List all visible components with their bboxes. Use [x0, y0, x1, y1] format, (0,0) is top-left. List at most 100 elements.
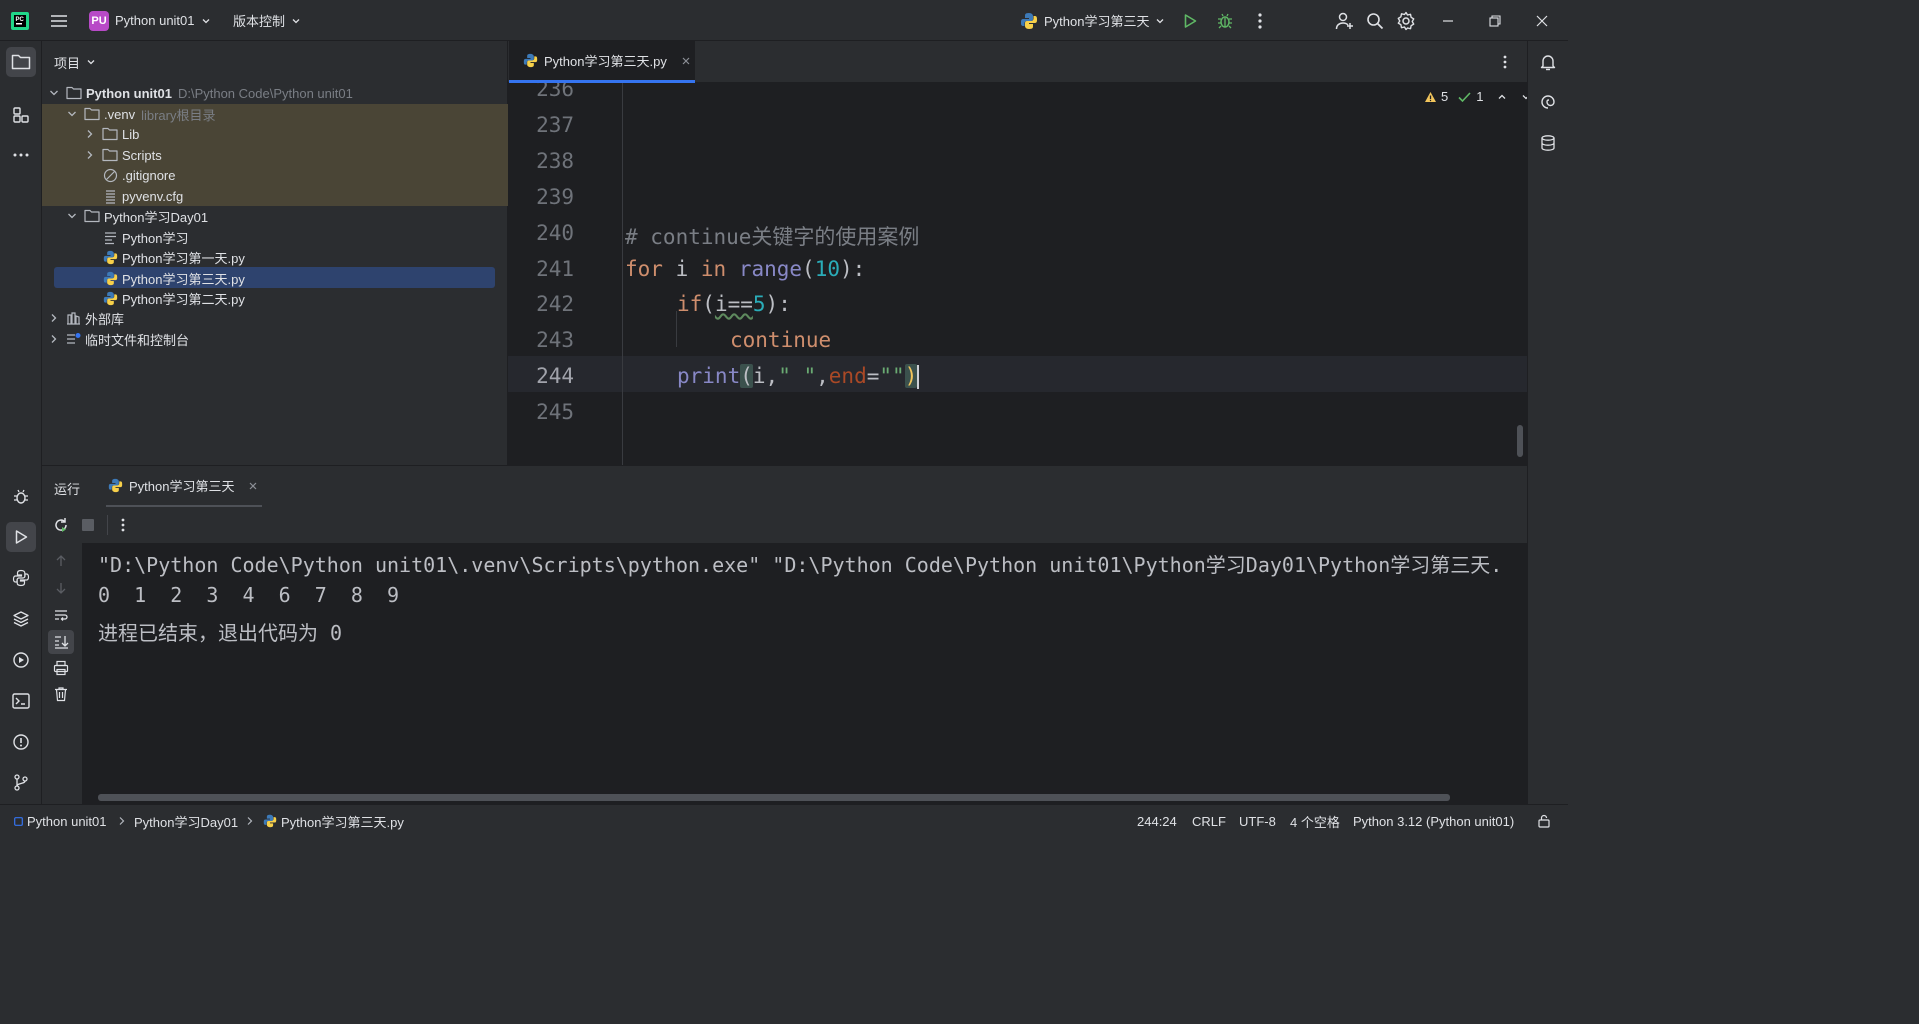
- line-number: 237: [536, 113, 574, 137]
- console-horizontal-scrollbar[interactable]: [98, 794, 1450, 801]
- project-tool-button[interactable]: [6, 47, 36, 77]
- project-view-selector[interactable]: 项目: [54, 41, 96, 83]
- git-tool-button[interactable]: [6, 767, 36, 797]
- tree-item-day01-folder[interactable]: Python学习Day01: [42, 206, 508, 226]
- scroll-down-button[interactable]: [54, 581, 68, 595]
- python-console-icon: [12, 569, 30, 587]
- breadcrumb-label: Python unit01: [27, 813, 107, 829]
- chevron-down-icon: [87, 60, 95, 65]
- minimize-icon: [1443, 19, 1453, 22]
- tree-item-venv[interactable]: .venv library根目录: [42, 104, 508, 124]
- more-tools-button[interactable]: [6, 140, 36, 170]
- wrap-icon: [55, 610, 68, 621]
- project-name: Python unit01: [115, 13, 195, 28]
- indent-guide: [676, 311, 677, 347]
- tree-item-external-libraries[interactable]: 外部库: [42, 308, 508, 328]
- main-menu-button[interactable]: [50, 0, 68, 41]
- notifications-button[interactable]: [1533, 47, 1563, 77]
- config-file-icon: [106, 189, 115, 204]
- close-window-button[interactable]: [1535, 0, 1549, 41]
- run-button[interactable]: [1182, 0, 1198, 41]
- services-tool-button[interactable]: [6, 645, 36, 675]
- terminal-tool-button[interactable]: [6, 686, 36, 716]
- minimize-button[interactable]: [1441, 0, 1455, 41]
- clear-console-button[interactable]: [53, 686, 69, 702]
- tree-item-lib[interactable]: Lib: [42, 124, 508, 144]
- project-switcher[interactable]: PU Python unit01: [89, 0, 211, 41]
- file-encoding[interactable]: UTF-8: [1239, 805, 1276, 837]
- cursor-position[interactable]: 244:24: [1137, 805, 1177, 837]
- line-separator[interactable]: CRLF: [1192, 805, 1226, 837]
- text-file-icon: [105, 231, 116, 244]
- breadcrumb-file[interactable]: Python学习第三天.py: [263, 805, 404, 837]
- tree-item-scripts[interactable]: Scripts: [42, 145, 508, 165]
- stop-button[interactable]: [82, 519, 94, 531]
- inspection-widget[interactable]: 5 1: [1424, 89, 1527, 104]
- more-actions-button[interactable]: [1253, 0, 1267, 41]
- chevron-up-icon[interactable]: [1497, 92, 1507, 102]
- rerun-button[interactable]: [53, 517, 69, 533]
- python-console-tool-button[interactable]: [6, 563, 36, 593]
- python-file-icon: [103, 250, 118, 264]
- indent-setting[interactable]: 4 个空格: [1290, 805, 1340, 837]
- pycharm-logo-icon[interactable]: PC: [10, 0, 30, 41]
- tree-item-day3-file[interactable]: Python学习第三天.py: [42, 268, 508, 288]
- editor-tab-day3[interactable]: Python学习第三天.py: [509, 41, 695, 83]
- tree-item-python-notes[interactable]: Python学习: [42, 227, 508, 247]
- vcs-menu[interactable]: 版本控制: [233, 0, 301, 41]
- folder-icon: [66, 86, 82, 100]
- problems-icon: [13, 734, 29, 750]
- tree-item-day1-file[interactable]: Python学习第一天.py: [42, 247, 508, 267]
- tree-item-label: Python学习: [122, 230, 189, 246]
- debug-button[interactable]: [1216, 0, 1234, 41]
- run-tab[interactable]: Python学习第三天: [106, 466, 262, 508]
- code-with-me-button[interactable]: [1335, 0, 1355, 41]
- tree-item-day2-file[interactable]: Python学习第二天.py: [42, 288, 508, 308]
- soft-wrap-button[interactable]: [53, 607, 69, 623]
- debug-tool-button[interactable]: [6, 482, 36, 512]
- run-config-selector[interactable]: Python学习第三天: [1020, 0, 1165, 41]
- ai-assistant-button[interactable]: [1533, 87, 1563, 117]
- breadcrumb-project[interactable]: Python unit01: [14, 805, 107, 837]
- close-tab-icon[interactable]: [248, 481, 258, 491]
- scroll-to-end-button[interactable]: [48, 630, 74, 654]
- library-icon: [67, 312, 80, 325]
- lock-status[interactable]: [1537, 805, 1551, 837]
- search-button[interactable]: [1366, 0, 1384, 41]
- tree-item-label: .gitignore: [122, 167, 176, 183]
- scroll-up-button[interactable]: [54, 554, 68, 568]
- run-tool-button[interactable]: [6, 522, 36, 552]
- python-interpreter[interactable]: Python 3.12 (Python unit01): [1353, 805, 1514, 837]
- structure-tool-button[interactable]: [6, 100, 36, 130]
- print-button[interactable]: [53, 660, 69, 676]
- ai-spiral-icon: [1541, 95, 1555, 109]
- editor-scrollbar[interactable]: [1517, 425, 1523, 457]
- console-line-exit: 进程已结束，退出代码为 0: [98, 621, 343, 645]
- scroll-to-end-icon: [55, 636, 69, 649]
- problems-tool-button[interactable]: [6, 727, 36, 757]
- settings-button[interactable]: [1396, 0, 1416, 41]
- database-button[interactable]: [1533, 128, 1563, 158]
- python-packages-tool-button[interactable]: [6, 604, 36, 634]
- tree-item-pyvenv-cfg[interactable]: pyvenv.cfg: [42, 186, 508, 206]
- close-tab-icon[interactable]: [681, 56, 691, 66]
- chevron-down-icon[interactable]: [1521, 92, 1527, 102]
- tree-item-gitignore[interactable]: .gitignore: [42, 165, 508, 185]
- code-editor[interactable]: 236 237 238 239 240 241 242 243 244 245 …: [508, 83, 1527, 465]
- line-number: 243: [536, 328, 574, 352]
- code-token: end: [828, 364, 867, 388]
- chevron-down-icon: [68, 111, 76, 117]
- run-more-button[interactable]: [118, 517, 128, 533]
- restore-button[interactable]: [1488, 0, 1502, 41]
- line-number: 241: [536, 257, 574, 281]
- run-config-label: Python学习第三天: [1044, 14, 1150, 29]
- run-console[interactable]: "D:\Python Code\Python unit01\.venv\Scri…: [82, 543, 1527, 804]
- code-line-240: # continue关键字的使用案例: [625, 225, 920, 249]
- breadcrumb-separator: [246, 805, 254, 837]
- tree-item-project-root[interactable]: Python unit01 D:\Python Code\Python unit…: [42, 83, 508, 103]
- python-icon: [1021, 12, 1037, 29]
- tree-item-scratches[interactable]: 临时文件和控制台: [42, 329, 508, 349]
- left-tool-strip: [0, 41, 42, 804]
- tab-options-button[interactable]: [1500, 53, 1510, 71]
- breadcrumb-folder[interactable]: Python学习Day01: [134, 805, 238, 837]
